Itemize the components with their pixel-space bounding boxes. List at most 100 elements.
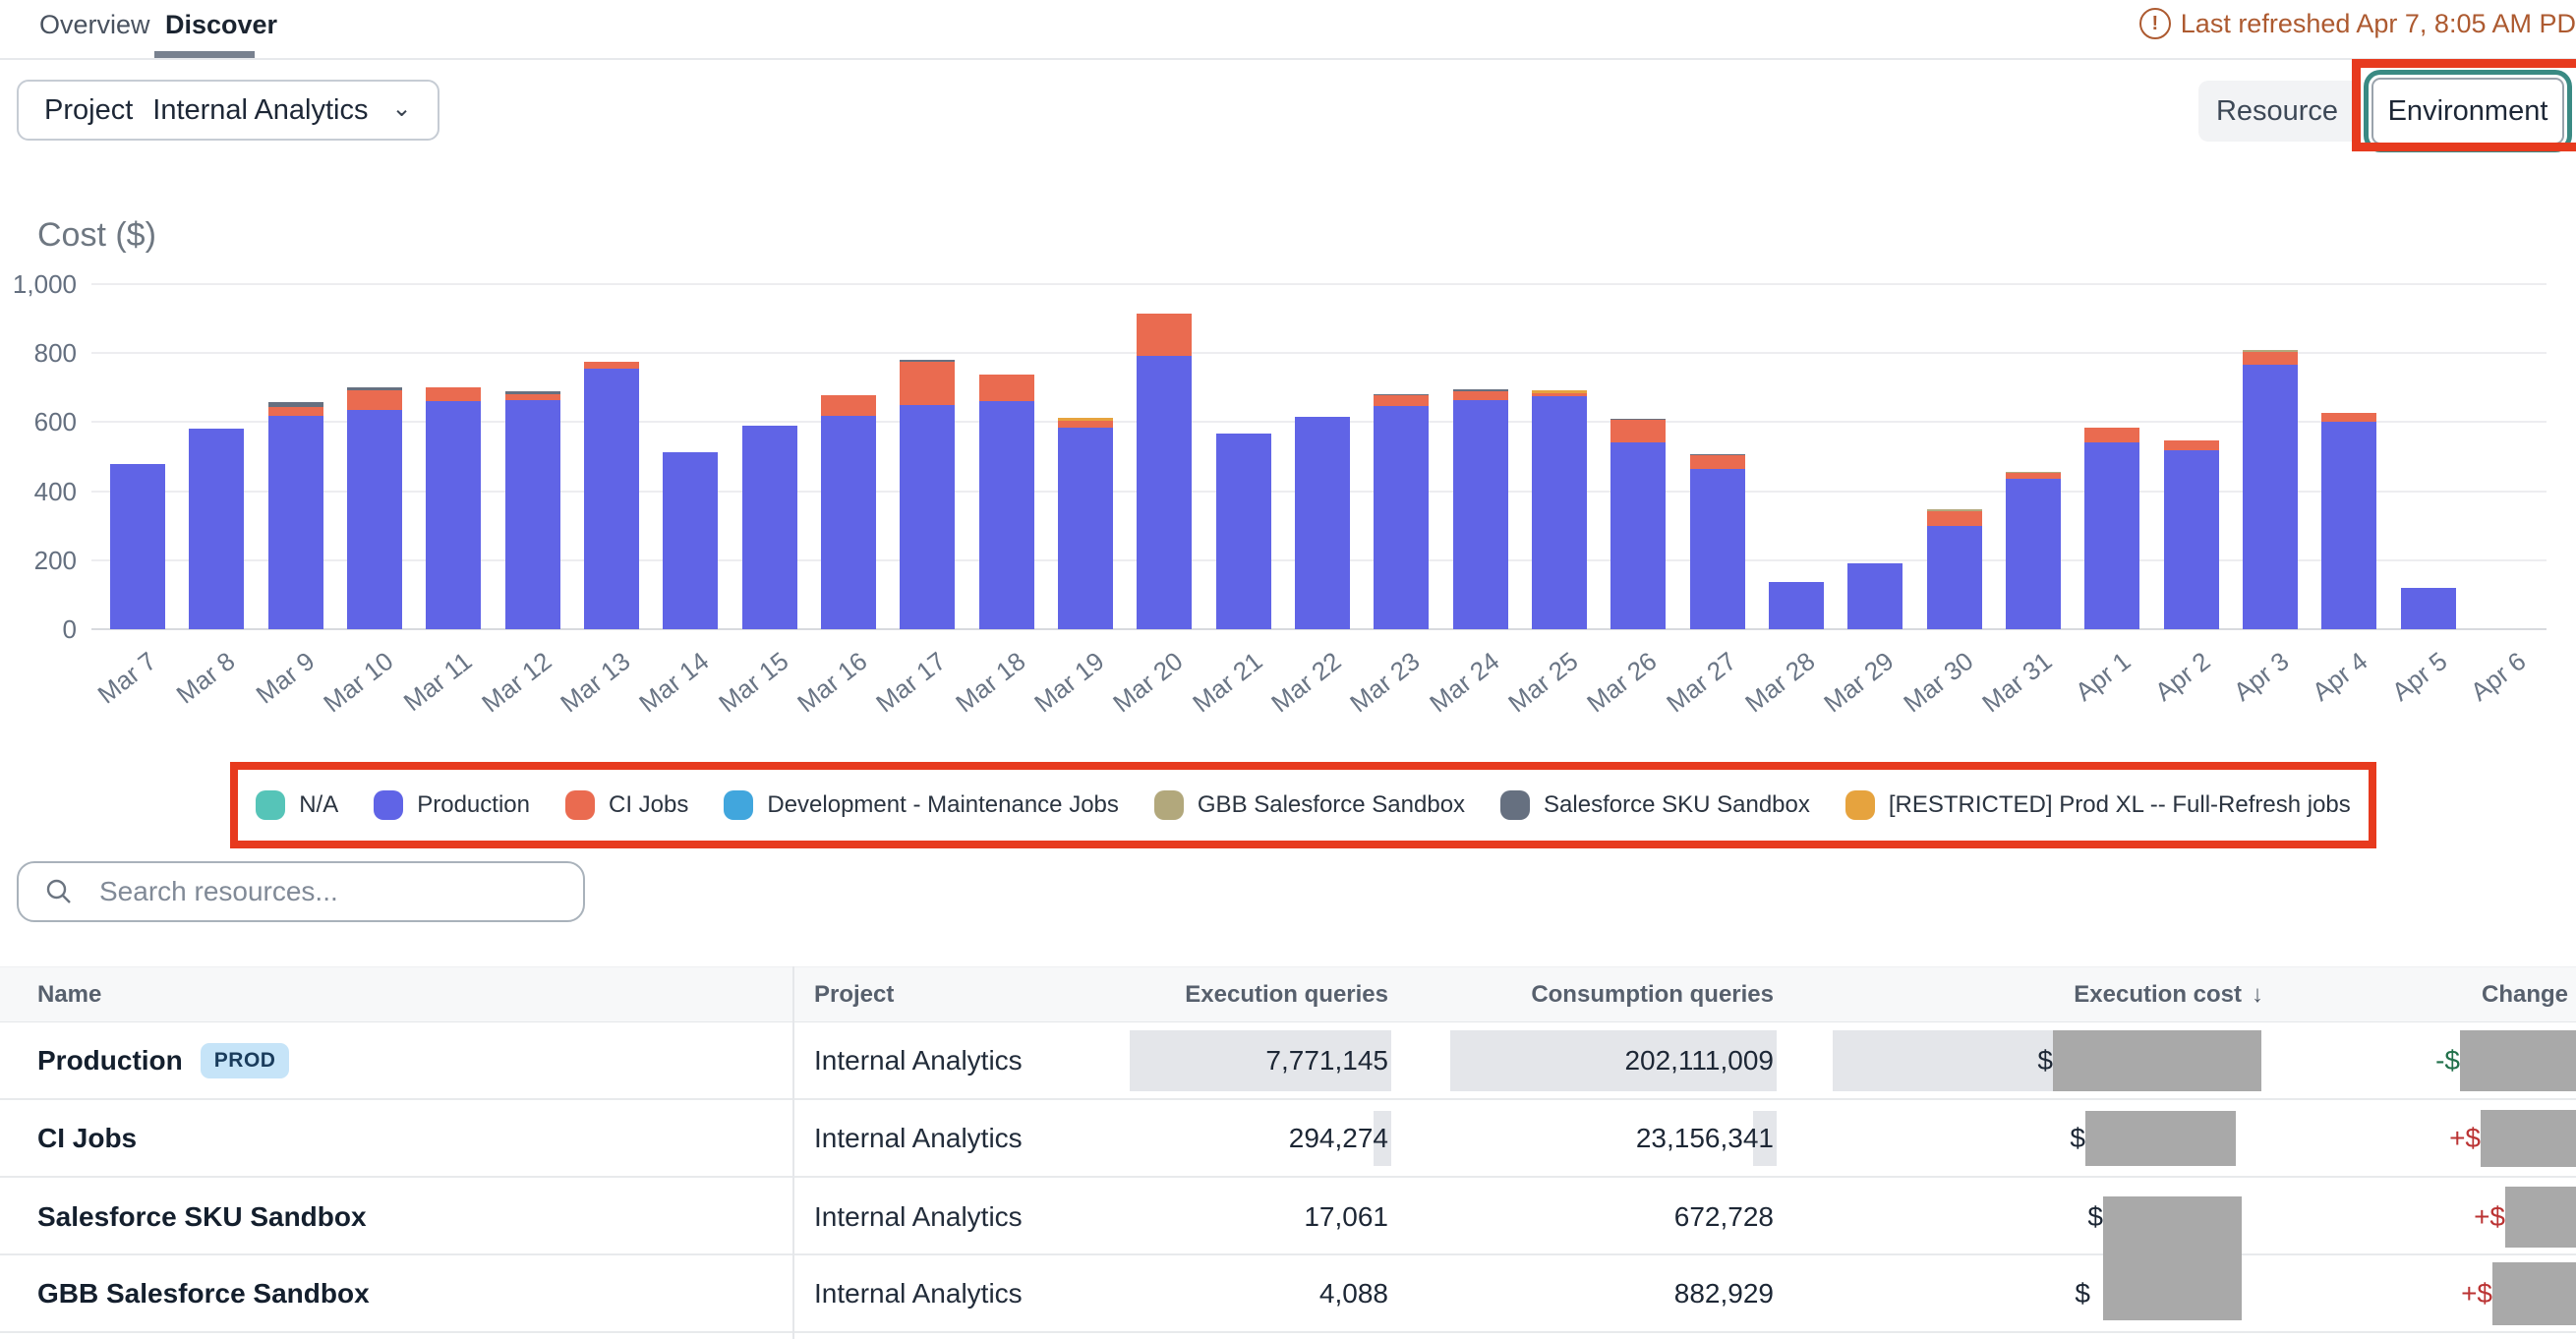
change-cell: +$ — [2271, 1110, 2576, 1167]
legend-item[interactable]: [RESTRICTED] Prod XL -- Full-Refresh job… — [1845, 790, 2351, 820]
bar-segment — [1769, 582, 1824, 629]
y-tick-label: 200 — [0, 546, 77, 576]
stacked-bar-mar-22[interactable] — [1295, 417, 1350, 629]
stacked-bar-mar-9[interactable] — [268, 402, 323, 629]
resource-toggle-button[interactable]: Resource — [2198, 81, 2356, 142]
stacked-bar-mar-23[interactable] — [1374, 394, 1429, 629]
project-filter-label: Project — [44, 94, 133, 127]
value-text: 294,274 — [1289, 1123, 1388, 1153]
stacked-bar-mar-21[interactable] — [1216, 434, 1271, 629]
stacked-bar-apr-1[interactable] — [2084, 428, 2139, 629]
project-filter-dropdown[interactable]: Project Internal Analytics ⌄ — [17, 80, 439, 141]
redaction-box — [2460, 1030, 2576, 1091]
bar-segment — [1690, 469, 1745, 629]
bar-segment — [1690, 455, 1745, 469]
bar-segment — [584, 369, 639, 629]
stacked-bar-apr-2[interactable] — [2164, 440, 2219, 629]
bar-segment — [2243, 365, 2298, 629]
bar-segment — [1610, 420, 1666, 442]
stacked-bar-mar-13[interactable] — [584, 362, 639, 629]
environment-toggle-label: Environment — [2388, 95, 2548, 128]
stacked-bar-mar-12[interactable] — [505, 391, 560, 629]
warning-icon: ! — [2139, 8, 2171, 39]
bar-segment — [426, 387, 481, 401]
legend-item[interactable]: Salesforce SKU Sandbox — [1500, 790, 1810, 820]
chart-bars — [98, 284, 2547, 629]
table-body: ProductionPROD Internal Analytics 7,771,14… — [0, 1022, 2576, 1333]
y-tick-label: 400 — [0, 477, 77, 507]
stacked-bar-mar-26[interactable] — [1610, 419, 1666, 629]
project-cell: Internal Analytics — [792, 1201, 1109, 1233]
bar-segment — [1137, 314, 1192, 356]
col-header-change[interactable]: Change — [2271, 981, 2576, 1009]
stacked-bar-mar-8[interactable] — [189, 429, 244, 629]
redaction-box — [2505, 1187, 2576, 1248]
resource-name-cell[interactable]: GBB Salesforce Sandbox — [0, 1278, 792, 1310]
stacked-bar-mar-7[interactable] — [110, 464, 165, 629]
stacked-bar-mar-14[interactable] — [663, 452, 718, 629]
col-header-project[interactable]: Project — [792, 981, 1109, 1009]
resource-name-cell[interactable]: CI Jobs — [0, 1123, 792, 1154]
tab-overview[interactable]: Overview — [39, 10, 150, 40]
stacked-bar-mar-30[interactable] — [1927, 509, 1982, 629]
stacked-bar-mar-29[interactable] — [1847, 563, 1903, 629]
change-prefix: -$ — [2435, 1045, 2460, 1077]
stacked-bar-mar-24[interactable] — [1453, 389, 1508, 629]
execution-queries-cell: 7,771,145 — [1109, 1045, 1396, 1077]
bar-segment — [1453, 400, 1508, 629]
col-header-execution-cost[interactable]: Execution cost↓ — [1782, 981, 2271, 1009]
legend-item[interactable]: Production — [374, 790, 530, 820]
stacked-bar-mar-19[interactable] — [1058, 418, 1113, 629]
y-tick-label: 800 — [0, 338, 77, 369]
y-tick-label: 600 — [0, 407, 77, 437]
environment-toggle-button[interactable]: Environment — [2371, 78, 2564, 145]
stacked-bar-mar-10[interactable] — [347, 387, 402, 629]
execution-queries-cell: 294,274 — [1109, 1123, 1396, 1154]
table-row[interactable]: CI JobsInternal Analytics294,27423,156,3… — [0, 1100, 2576, 1178]
stacked-bar-apr-4[interactable] — [2321, 413, 2376, 629]
stacked-bar-mar-20[interactable] — [1137, 314, 1192, 629]
resource-name-cell[interactable]: ProductionPROD — [0, 1043, 792, 1078]
stacked-bar-mar-27[interactable] — [1690, 454, 1745, 629]
tab-discover[interactable]: Discover — [165, 10, 277, 40]
bar-segment — [979, 401, 1034, 629]
stacked-bar-mar-17[interactable] — [900, 360, 955, 629]
table-row[interactable]: Salesforce SKU SandboxInternal Analytics… — [0, 1178, 2576, 1255]
stacked-bar-mar-28[interactable] — [1769, 582, 1824, 629]
table-header-row: Name Project Execution queries Consumpti… — [0, 966, 2576, 1022]
search-input[interactable] — [97, 875, 583, 908]
table-row[interactable]: ProductionPRODInternal Analytics7,771,14… — [0, 1022, 2576, 1100]
stacked-bar-apr-5[interactable] — [2401, 588, 2456, 629]
col-header-consumption-queries[interactable]: Consumption queries — [1396, 981, 1782, 1009]
bar-segment — [505, 400, 560, 629]
stacked-bar-mar-16[interactable] — [821, 395, 876, 629]
bar-segment — [1453, 391, 1508, 400]
resources-table: Name Project Execution queries Consumpti… — [0, 966, 2576, 1333]
legend-item[interactable]: Development - Maintenance Jobs — [724, 790, 1119, 820]
search-box — [17, 861, 585, 922]
col-header-execution-queries[interactable]: Execution queries — [1109, 981, 1396, 1009]
stacked-bar-mar-15[interactable] — [742, 426, 797, 629]
stacked-bar-mar-18[interactable] — [979, 375, 1034, 629]
resource-name-cell[interactable]: Salesforce SKU Sandbox — [0, 1201, 792, 1233]
legend-item[interactable]: N/A — [256, 790, 338, 820]
legend-label: N/A — [299, 791, 338, 819]
bar-segment — [268, 407, 323, 416]
change-prefix: +$ — [2461, 1278, 2492, 1310]
stacked-bar-mar-11[interactable] — [426, 387, 481, 629]
redaction-box — [2085, 1111, 2236, 1166]
stacked-bar-apr-3[interactable] — [2243, 350, 2298, 629]
table-column-divider — [792, 966, 794, 1339]
stacked-bar-mar-25[interactable] — [1532, 390, 1587, 629]
active-tab-indicator — [154, 51, 255, 58]
cost-currency-prefix: $ — [2070, 1123, 2085, 1154]
bar-segment — [1610, 442, 1666, 629]
legend-item[interactable]: CI Jobs — [565, 790, 688, 820]
bar-segment — [1058, 428, 1113, 629]
bar-segment — [110, 464, 165, 629]
legend-item[interactable]: GBB Salesforce Sandbox — [1154, 790, 1465, 820]
bar-segment — [2084, 442, 2139, 629]
stacked-bar-mar-31[interactable] — [2006, 472, 2061, 629]
col-header-name[interactable]: Name — [0, 981, 792, 1009]
bar-segment — [2084, 428, 2139, 442]
